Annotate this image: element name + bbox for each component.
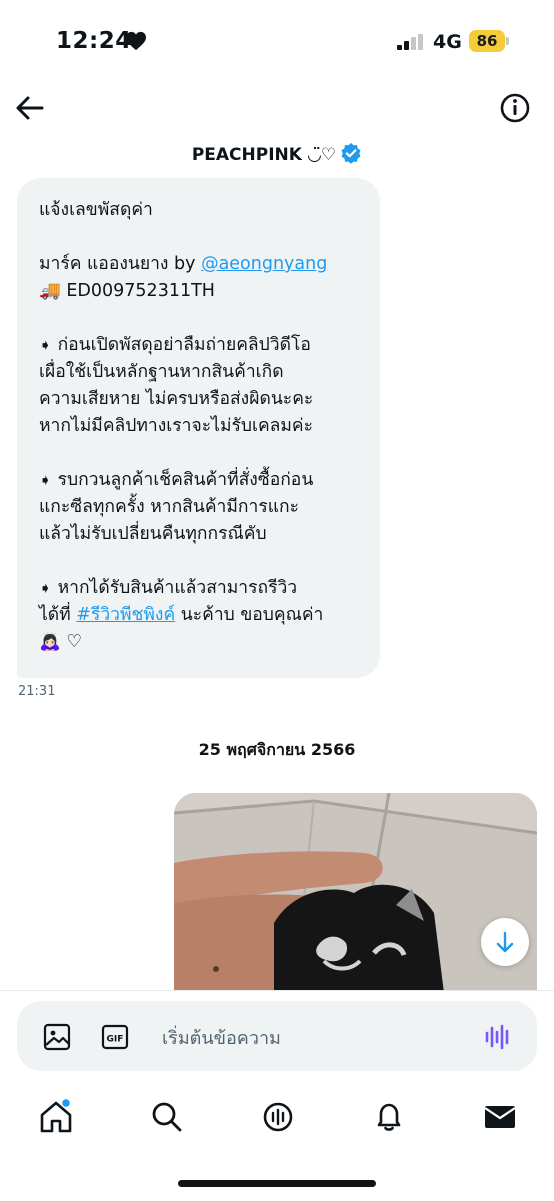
message-line: ➧ ก่อนเปิดพัสดุอย่าลืมถ่ายคลิปวิดีโอ	[39, 332, 371, 359]
spaces-icon	[263, 1102, 293, 1132]
tab-notifications[interactable]	[369, 1097, 409, 1137]
image-icon	[43, 1023, 71, 1051]
battery-tip	[506, 37, 509, 45]
back-button[interactable]	[12, 90, 48, 126]
message-line-prefix: มาร์ค แอองนยาง by	[39, 254, 202, 274]
message-line: ได้ที่ #รีวิวพีชพิงค์ นะค้าบ ขอบคุณค่า	[39, 602, 371, 629]
pointer-icon: ➧	[39, 336, 52, 354]
message-line: แจ้งเลขพัสดุค่า	[39, 200, 153, 220]
message-text: แจ้งเลขพัสดุค่า มาร์ค แอองนยาง by @aeong…	[39, 197, 371, 656]
info-button[interactable]	[497, 90, 533, 126]
message-line-text: รบกวนลูกค้าเช็คสินค้าที่สั่งซื้อก่อน	[57, 470, 314, 490]
hashtag-link[interactable]: #รีวิวพีชพิงค์	[76, 605, 175, 625]
voice-button[interactable]	[483, 1022, 513, 1052]
message-line: ➧ รบกวนลูกค้าเช็คสินค้าที่สั่งซื้อก่อน	[39, 467, 371, 494]
tab-search[interactable]	[147, 1097, 187, 1137]
mention-link[interactable]: @aeongnyang	[201, 254, 327, 274]
gif-icon: GIF	[101, 1024, 129, 1050]
home-indicator	[178, 1180, 376, 1187]
voice-icon	[485, 1024, 509, 1050]
message-line: 🙇🏻‍♀️ ♡	[39, 632, 83, 652]
info-icon	[500, 93, 530, 123]
message-line-text: หากได้รับสินค้าแล้วสามารถรีวิว	[57, 578, 298, 598]
bell-icon	[377, 1103, 401, 1131]
message-line: แล้วไม่รับเปลี่ยนคืนทุกกรณีคับ	[39, 524, 267, 544]
tab-spaces[interactable]	[258, 1097, 298, 1137]
conversation-title[interactable]: PEACHPINK ◡̈♡	[0, 142, 554, 165]
message-bubble[interactable]: แจ้งเลขพัสดุค่า มาร์ค แอองนยาง by @aeong…	[17, 178, 380, 678]
date-separator: 25 พฤศจิกายน 2566	[198, 740, 356, 759]
scroll-down-button[interactable]	[481, 918, 529, 966]
pointer-icon: ➧	[39, 471, 52, 489]
message-line: ความเสียหาย ไม่ครบหรือส่งผิดนะคะ	[39, 389, 314, 409]
gif-button[interactable]: GIF	[100, 1022, 130, 1052]
message-line-suffix: นะค้าบ ขอบคุณค่า	[175, 605, 324, 625]
mail-icon	[484, 1106, 516, 1128]
back-arrow-icon	[16, 96, 44, 120]
message-input[interactable]	[160, 1020, 454, 1056]
network-type: 4G	[433, 31, 462, 53]
tab-home[interactable]	[36, 1097, 76, 1137]
home-icon	[40, 1097, 72, 1133]
search-icon	[152, 1102, 182, 1132]
heart-icon	[126, 31, 146, 51]
message-line: เผื่อใช้เป็นหลักฐานหากสินค้าเกิด	[39, 362, 284, 382]
status-bar: 12:24 4G 86	[0, 0, 554, 84]
signal-icon	[397, 34, 423, 50]
message-line: มาร์ค แอองนยาง by @aeongnyang	[39, 251, 371, 278]
pointer-icon: ➧	[39, 579, 52, 597]
message-timestamp: 21:31	[18, 684, 56, 699]
account-name: PEACHPINK ◡̈♡	[191, 145, 337, 165]
message-line-prefix: ได้ที่	[39, 605, 77, 625]
message-line: ➧ หากได้รับสินค้าแล้วสามารถรีวิว	[39, 575, 371, 602]
image-button[interactable]	[42, 1022, 72, 1052]
battery-level: 86	[469, 30, 505, 52]
message-line-text: ก่อนเปิดพัสดุอย่าลืมถ่ายคลิปวิดีโอ	[57, 335, 311, 355]
tracking-number: 🚚 ED009752311TH	[39, 281, 215, 301]
gif-label: GIF	[107, 1035, 124, 1045]
arrow-down-icon	[496, 931, 514, 953]
tab-messages[interactable]	[480, 1097, 520, 1137]
verified-badge-icon	[341, 143, 361, 164]
status-time: 12:24	[56, 28, 132, 54]
message-line: หากไม่มีคลิปทางเราจะไม่รับเคลมค่ะ	[39, 416, 314, 436]
message-line: แกะซีลทุกครั้ง หากสินค้ามีการแกะ	[39, 497, 299, 517]
